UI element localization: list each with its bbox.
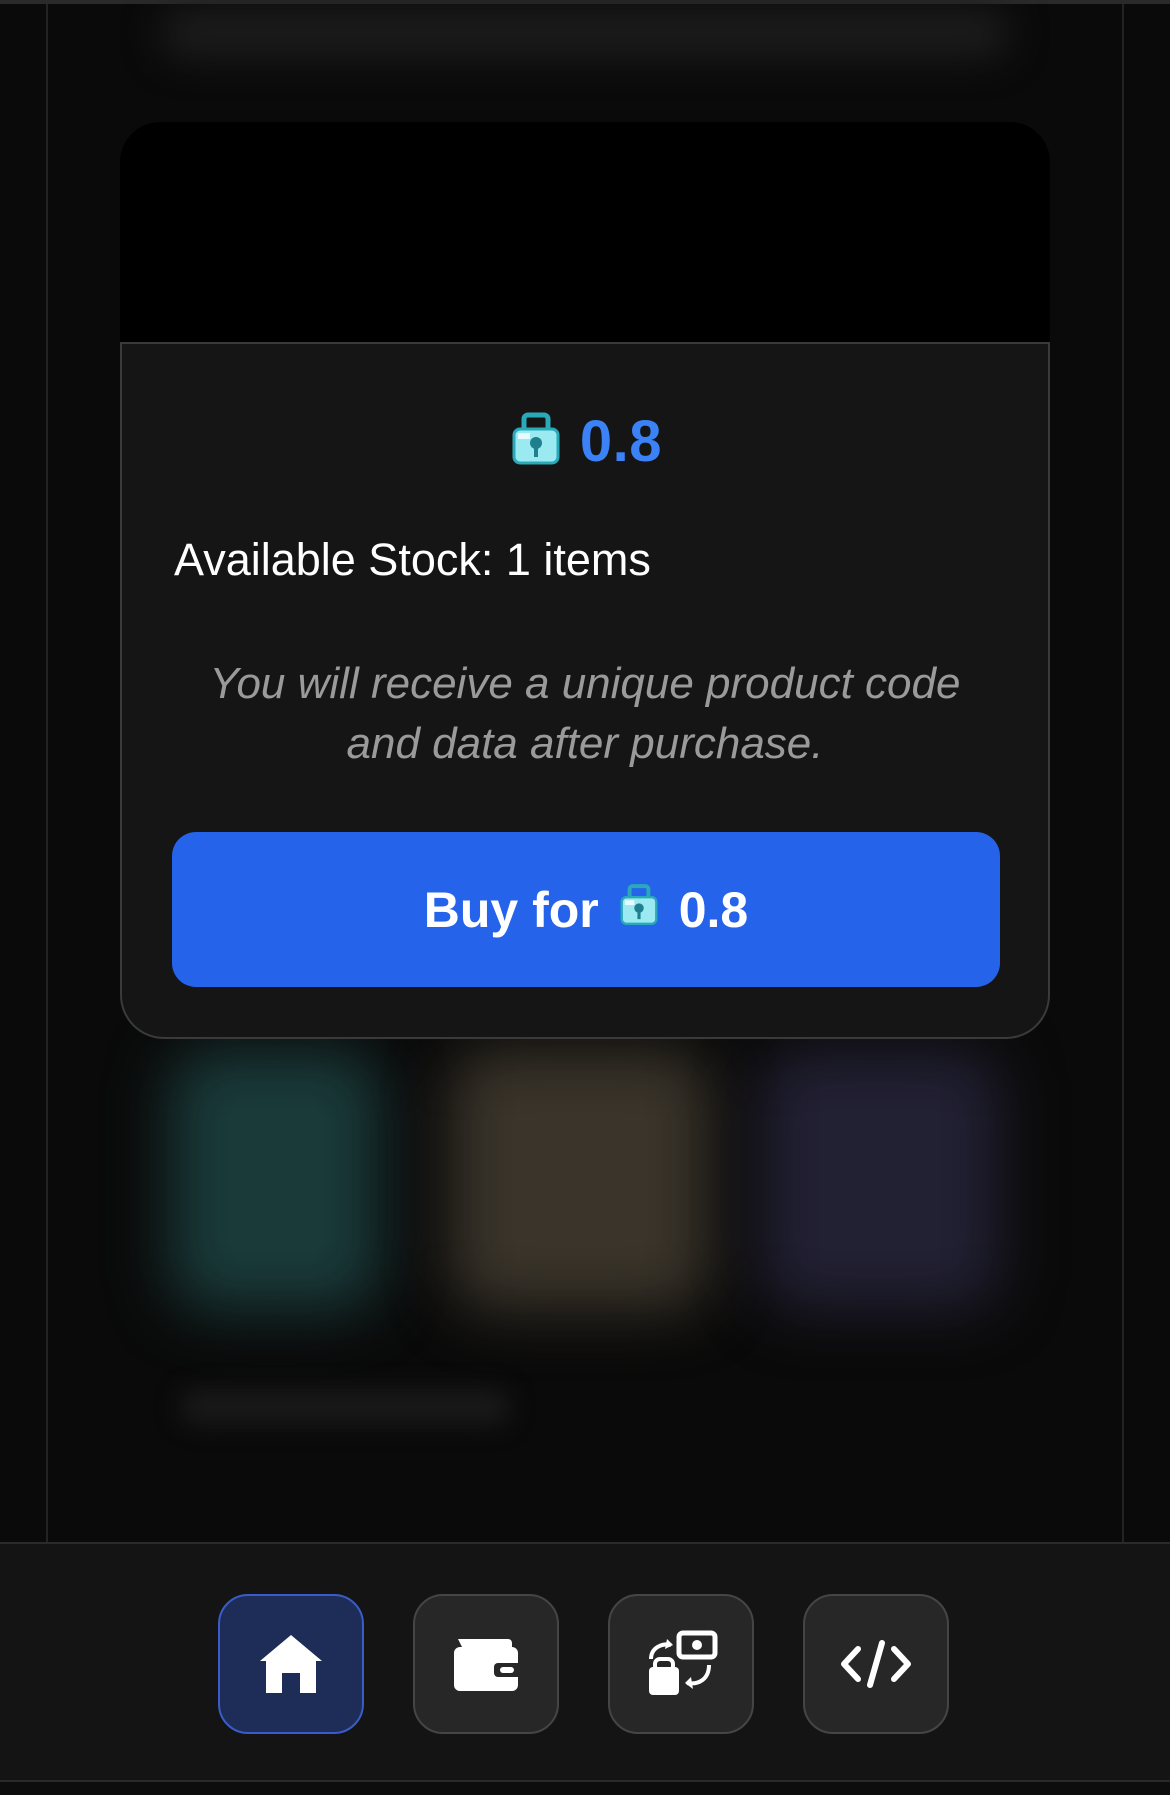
nav-wallet-button[interactable]: [413, 1594, 559, 1734]
available-stock-text: Available Stock: 1 items: [174, 534, 651, 585]
price-amount: 0.8: [579, 408, 663, 474]
buy-button[interactable]: Buy for 0.8: [172, 832, 1000, 987]
nav-exchange-button[interactable]: [608, 1594, 754, 1734]
frame-divider-left: [46, 4, 48, 1544]
wallet-icon: [450, 1633, 522, 1695]
app-screen: 0.8 Available Stock: 1 items You will re…: [0, 0, 1170, 1795]
blurred-background-tile: [760, 1050, 1000, 1310]
blurred-background-tile: [450, 1050, 710, 1310]
purchase-note: You will receive a unique product code a…: [209, 659, 961, 768]
buy-button-label: Buy for: [423, 881, 599, 938]
bottom-edge: [0, 1780, 1170, 1795]
buy-button-price: 0.8: [678, 881, 749, 938]
nav-code-button[interactable]: [803, 1594, 949, 1734]
blurred-background-text: [180, 1390, 510, 1424]
blurred-background-tile: [170, 1050, 380, 1310]
nav-home-button[interactable]: [218, 1594, 364, 1734]
lock-gem-icon: [617, 881, 661, 939]
blurred-background-header: [160, 8, 1010, 58]
code-icon: [838, 1639, 914, 1689]
product-image-area: [120, 122, 1050, 344]
price-row: 0.8: [122, 406, 1048, 476]
bottom-navigation: [0, 1542, 1170, 1784]
home-icon: [256, 1631, 326, 1697]
lock-gem-icon: [508, 411, 564, 472]
exchange-icon: [643, 1629, 719, 1699]
top-edge: [0, 0, 1170, 4]
purchase-modal: 0.8 Available Stock: 1 items You will re…: [120, 342, 1050, 1039]
frame-divider-right: [1122, 4, 1124, 1544]
